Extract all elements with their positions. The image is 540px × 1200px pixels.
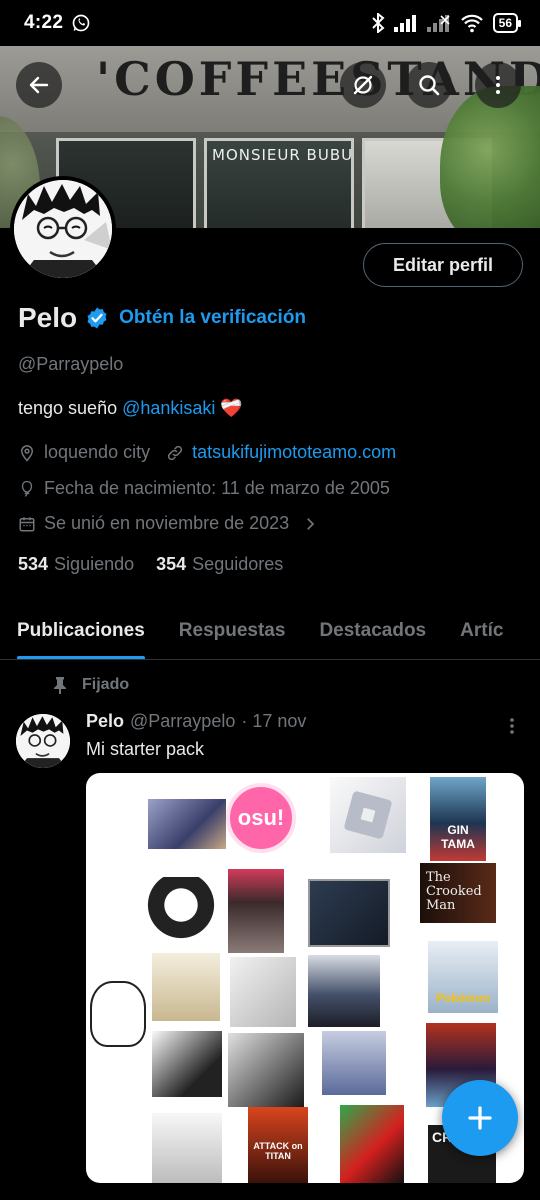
location-pin-icon (20, 444, 34, 462)
verified-badge-icon[interactable] (85, 306, 109, 330)
avatar-manga-portrait (14, 180, 112, 278)
profile-location-row: loquendo city tatsukifujimototeamo.com (18, 442, 396, 463)
get-verified-link[interactable]: Obtén la verificación (119, 307, 306, 329)
status-time: 4:22 (24, 12, 64, 33)
post-text: Mi starter pack (86, 739, 205, 759)
following-label: Siguiendo (54, 554, 135, 574)
bio-mention-link[interactable]: @hankisaki (122, 398, 215, 419)
search-button[interactable] (406, 62, 452, 108)
profile-birthday-row: Fecha de nacimiento: 11 de marzo de 2005 (18, 478, 390, 499)
collage-chainsaw-cover (340, 1105, 404, 1183)
bluetooth-icon (371, 13, 385, 33)
followers-label: Seguidores (192, 554, 284, 574)
collage-manga-panel (228, 1033, 304, 1107)
edit-profile-button[interactable]: Editar perfil (363, 243, 523, 287)
follow-stats: 534 Siguiendo 354 Seguidores (18, 554, 283, 575)
profile-name: Pelo (18, 302, 78, 333)
link-icon (167, 445, 183, 460)
profile-website-link[interactable]: tatsukifujimototeamo.com (192, 442, 396, 463)
profile-avatar[interactable] (10, 176, 116, 282)
crooked-text: The Crooked Man (426, 870, 482, 913)
osu-text: osu! (237, 805, 285, 830)
bio-emoji: ❤️‍🩹 (220, 398, 243, 418)
profile-joined: Se unió en noviembre de 2023 (44, 513, 290, 533)
back-button[interactable] (16, 62, 62, 108)
profile-tabs: Publicaciones Respuestas Destacados Artí… (0, 604, 540, 660)
tab-articulos[interactable]: Artíc (460, 604, 503, 659)
compose-post-button[interactable] (442, 1080, 518, 1156)
bio-text: tengo sueño (18, 398, 118, 418)
collage-crooked-man: The Crooked Man (420, 863, 496, 923)
post-more-icon[interactable] (502, 716, 522, 736)
balloon-icon (21, 480, 33, 497)
followers-count: 354 (156, 554, 187, 574)
following-count: 534 (18, 554, 49, 574)
avatar-manga-portrait (16, 714, 70, 768)
tab-destacados[interactable]: Destacados (319, 604, 426, 659)
profile-bio: tengo sueño @hankisaki ❤️‍🩹 (18, 398, 243, 419)
more-options-button[interactable] (475, 62, 521, 108)
following-link[interactable]: 534 Siguiendo (18, 554, 134, 575)
collage-manga-panel (152, 1031, 222, 1097)
signal-icon (393, 15, 416, 32)
pinned-label: Fijado (82, 676, 130, 693)
profile-birthday: Fecha de nacimiento: 11 de marzo de 2005 (44, 478, 390, 498)
pin-icon (54, 677, 66, 694)
collage-jeff-drawing (146, 877, 216, 947)
aot-text: ATTACK on TITAN (253, 1141, 303, 1161)
collage-anime-portrait (322, 1031, 386, 1095)
chevron-right-icon (307, 517, 315, 530)
collage-tile (148, 799, 226, 849)
post-author-avatar[interactable] (16, 714, 70, 768)
pinned-indicator: Fijado (52, 676, 129, 694)
grok-button[interactable] (340, 62, 386, 108)
tab-respuestas[interactable]: Respuestas (179, 604, 286, 659)
status-bar: 4:22 56 (0, 0, 540, 46)
search-icon (419, 75, 440, 96)
post-header: Pelo @Parraypelo · 17 nov (86, 711, 306, 732)
collage-aot-cover: ATTACK on TITAN (248, 1107, 308, 1183)
arrow-left-icon (29, 76, 49, 94)
collage-manga-panel (230, 957, 296, 1027)
more-vertical-icon (496, 76, 500, 94)
post-author-name[interactable]: Pelo (86, 711, 124, 732)
grok-icon (353, 75, 373, 95)
profile-joined-row[interactable]: Se unió en noviembre de 2023 (18, 513, 327, 534)
tab-publicaciones[interactable]: Publicaciones (17, 604, 145, 659)
collage-manhwa-art (308, 955, 380, 1027)
collage-manga-panel (152, 953, 220, 1021)
profile-handle: @Parraypelo (18, 354, 124, 374)
wifi-icon (460, 14, 483, 33)
plus-icon (468, 1106, 492, 1130)
collage-roblox-logo (330, 777, 406, 853)
post-date[interactable]: · 17 nov (241, 711, 306, 732)
signal-2-icon (426, 15, 450, 32)
banner-chalk-text: MONSIEUR BUBU (212, 146, 354, 164)
followers-link[interactable]: 354 Seguidores (156, 554, 283, 575)
collage-osu-logo: osu! (226, 783, 296, 853)
collage-gintama-cover: GIN TAMA (430, 777, 486, 861)
pokemon-text: Pokémon (435, 991, 490, 1005)
profile-location: loquendo city (44, 442, 151, 462)
battery-indicator: 56 (492, 13, 522, 33)
collage-doodle-bear (90, 981, 146, 1047)
gintama-text: GIN TAMA (441, 823, 475, 851)
post-author-handle[interactable]: @Parraypelo (130, 711, 235, 732)
collage-nana-cover (228, 869, 284, 953)
calendar-icon (19, 516, 35, 531)
whatsapp-icon (72, 14, 90, 32)
profile-name-row: Pelo Obtén la verificación (18, 302, 306, 334)
collage-dvd-cover (308, 879, 390, 947)
collage-pokemon-cover: Pokémon (428, 941, 498, 1013)
collage-sketch-portrait (152, 1113, 222, 1183)
